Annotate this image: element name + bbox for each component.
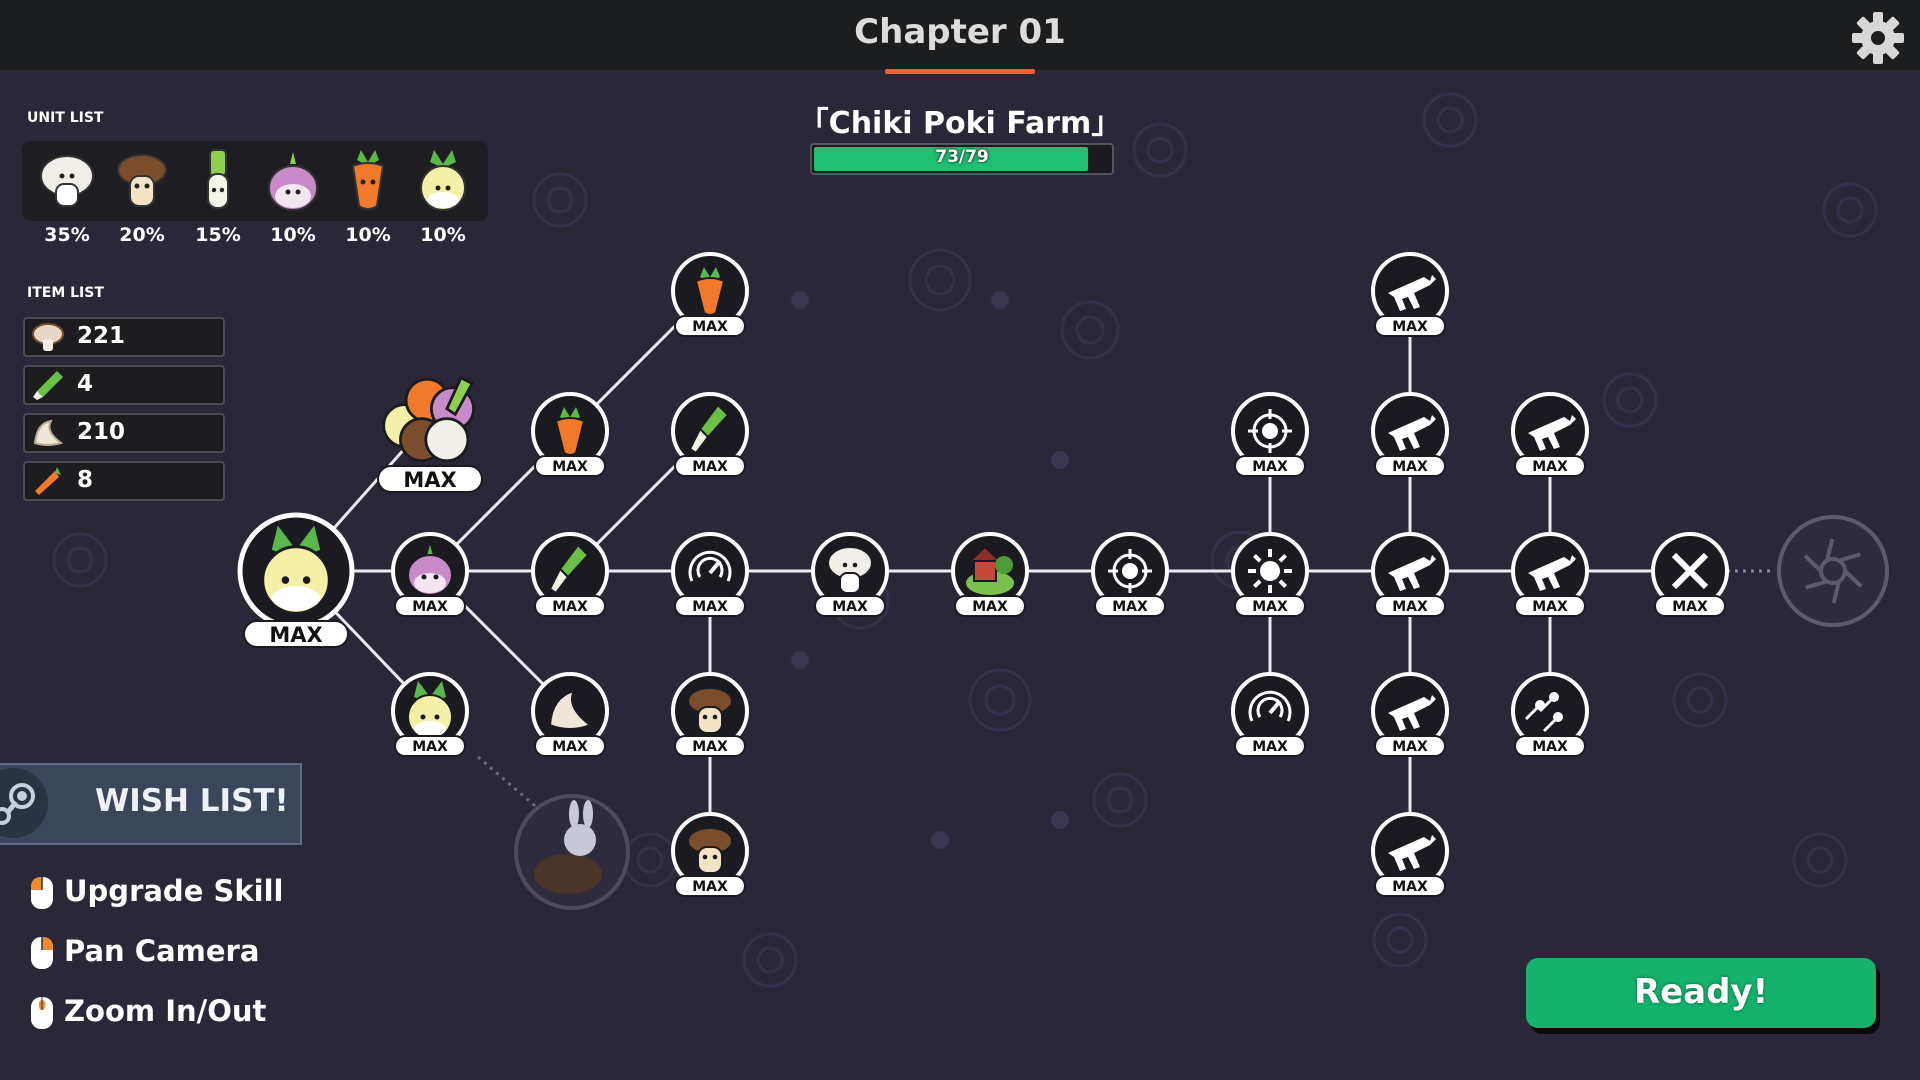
- max-label: MAX: [412, 599, 448, 615]
- max-label: MAX: [692, 879, 728, 895]
- skill-node-burst[interactable]: MAX: [1231, 532, 1309, 617]
- max-label: MAX: [692, 459, 728, 475]
- skill-node-farm[interactable]: MAX: [951, 532, 1029, 617]
- max-label: MAX: [1532, 599, 1568, 615]
- skill-node-garlic[interactable]: MAX: [531, 672, 609, 757]
- wish-list-label: WISH LIST!: [95, 783, 289, 819]
- ready-label: Ready!: [1633, 972, 1769, 1012]
- skill-node-carrot1[interactable]: MAX: [531, 392, 609, 477]
- skill-node-leek2[interactable]: MAX: [671, 392, 749, 477]
- max-label: MAX: [552, 739, 588, 755]
- skill-node-gunA1[interactable]: MAX: [1371, 252, 1449, 337]
- ready-button[interactable]: Ready!: [1526, 958, 1876, 1028]
- skill-node-gunA4[interactable]: MAX: [1371, 672, 1449, 757]
- skill-node-stars[interactable]: MAX: [1511, 672, 1589, 757]
- max-label: MAX: [552, 459, 588, 475]
- max-label: MAX: [552, 599, 588, 615]
- skill-node-mushb1[interactable]: MAX: [671, 672, 749, 757]
- control-hint-label: Zoom In/Out: [64, 994, 267, 1028]
- steam-icon: [0, 768, 48, 838]
- max-label: MAX: [1112, 599, 1148, 615]
- skill-node-cross[interactable]: MAX: [1651, 532, 1729, 617]
- skill-node-carrot2[interactable]: MAX: [671, 252, 749, 337]
- max-label: MAX: [1392, 599, 1428, 615]
- locked-skill-node[interactable]: [1777, 515, 1889, 627]
- pile-icon: [382, 375, 475, 463]
- skill-node-mushw[interactable]: MAX: [811, 532, 889, 617]
- skill-node-mushb2[interactable]: MAX: [671, 812, 749, 897]
- max-label: MAX: [1392, 879, 1428, 895]
- skill-node-root[interactable]: MAX: [237, 512, 355, 648]
- locked-character-node[interactable]: [514, 794, 630, 910]
- skill-node-target2[interactable]: MAX: [1231, 392, 1309, 477]
- max-label: MAX: [972, 599, 1008, 615]
- max-label: MAX: [269, 623, 322, 647]
- skill-node-turnip2[interactable]: MAX: [391, 672, 469, 757]
- wish-list-button[interactable]: WISH LIST!: [0, 763, 302, 845]
- max-label: MAX: [1532, 739, 1568, 755]
- max-label: MAX: [1672, 599, 1708, 615]
- max-label: MAX: [1252, 459, 1288, 475]
- max-label: MAX: [1392, 459, 1428, 475]
- max-label: MAX: [403, 468, 456, 492]
- skill-node-speed1[interactable]: MAX: [671, 532, 749, 617]
- max-label: MAX: [692, 319, 728, 335]
- skill-node-gunA3[interactable]: MAX: [1371, 532, 1449, 617]
- max-label: MAX: [692, 599, 728, 615]
- tree-connector-locked: [477, 755, 541, 812]
- max-label: MAX: [1252, 599, 1288, 615]
- max-label: MAX: [1252, 739, 1288, 755]
- burst-icon: [1248, 549, 1292, 593]
- skill-node-gunA5[interactable]: MAX: [1371, 812, 1449, 897]
- max-label: MAX: [832, 599, 868, 615]
- mouse-right-icon: [31, 937, 53, 969]
- skill-node-gunA2[interactable]: MAX: [1371, 392, 1449, 477]
- skill-node-gunB2[interactable]: MAX: [1511, 392, 1589, 477]
- max-label: MAX: [1392, 319, 1428, 335]
- mouse-wheel-icon: [31, 997, 53, 1029]
- max-label: MAX: [1532, 459, 1568, 475]
- control-hint-label: Upgrade Skill: [64, 874, 284, 908]
- control-hint-label: Pan Camera: [64, 934, 260, 968]
- max-label: MAX: [412, 739, 448, 755]
- skill-node-leek1[interactable]: MAX: [531, 532, 609, 617]
- skill-node-target1[interactable]: MAX: [1091, 532, 1169, 617]
- max-label: MAX: [1392, 739, 1428, 755]
- skill-node-gunB3[interactable]: MAX: [1511, 532, 1589, 617]
- skill-node-speed2[interactable]: MAX: [1231, 672, 1309, 757]
- max-label: MAX: [692, 739, 728, 755]
- mouse-left-icon: [31, 877, 53, 909]
- skill-node-pile[interactable]: MAX: [377, 375, 483, 493]
- skill-tree: MAX MAX MAX MAX MAX MAX MAX MAX MAX MAX MAX MAX MAX M…: [237, 252, 1889, 910]
- skill-node-onion[interactable]: MAX: [391, 532, 469, 617]
